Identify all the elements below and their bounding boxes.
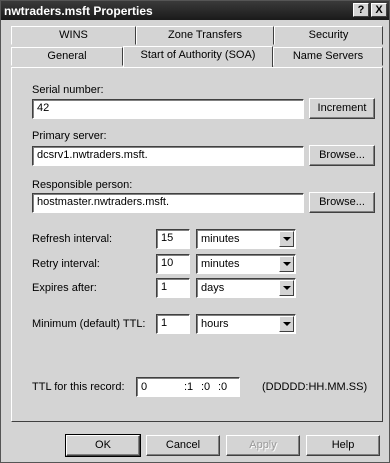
tab-zone-transfers[interactable]: Zone Transfers [136,26,274,45]
expires-unit-value: days [201,282,225,294]
browse-primary-button-label: Browse... [319,149,365,161]
help-icon[interactable]: ? [353,3,369,17]
ok-button[interactable]: OK [65,434,141,457]
cancel-button-label: Cancel [165,439,201,451]
increment-button[interactable]: Increment [309,98,375,119]
close-icon[interactable]: X [371,3,387,17]
responsible-person-field[interactable]: hostmaster.nwtraders.msft. [32,193,304,213]
increment-button-label: Increment [317,102,367,114]
properties-dialog: nwtraders.msft Properties ? X WINS Zone … [0,0,390,463]
minimum-ttl-unit-value: hours [201,318,229,330]
browse-responsible-button-label: Browse... [319,196,365,208]
primary-server-field[interactable]: dcsrv1.nwtraders.msft. [32,146,304,166]
primary-server-label: Primary server: [32,130,107,142]
retry-interval-label: Retry interval: [32,258,100,270]
ttl-record-field[interactable]: 0 :1 :0 :0 [136,377,240,397]
apply-button[interactable]: Apply [226,435,300,456]
tab-wins[interactable]: WINS [11,26,136,45]
serial-number-label: Serial number: [32,84,104,96]
browse-primary-button[interactable]: Browse... [309,145,375,166]
expires-after-field[interactable]: 1 [156,278,190,298]
refresh-interval-field[interactable]: 15 [156,229,190,249]
ttl-minutes[interactable]: :0 [201,381,210,393]
help-button[interactable]: Help [306,435,380,456]
chevron-down-icon[interactable] [279,256,294,272]
window-title: nwtraders.msft Properties [4,4,153,18]
soa-panel: Serial number: 42 Increment Primary serv… [11,67,383,422]
ttl-days[interactable]: 0 [141,381,147,393]
minimum-ttl-unit-select[interactable]: hours [196,314,296,334]
chevron-down-icon[interactable] [279,231,294,247]
expires-unit-select[interactable]: days [196,278,296,298]
ttl-seconds[interactable]: :0 [218,381,227,393]
refresh-unit-select[interactable]: minutes [196,229,296,249]
ttl-hours[interactable]: :1 [184,381,193,393]
tab-name-servers[interactable]: Name Servers [273,47,383,66]
refresh-unit-value: minutes [201,233,240,245]
tab-general[interactable]: General [11,47,123,66]
title-bar[interactable]: nwtraders.msft Properties ? X [1,1,389,20]
ttl-format-hint: (DDDDD:HH.MM.SS) [262,381,368,393]
retry-unit-value: minutes [201,258,240,270]
chevron-down-icon[interactable] [279,280,294,296]
browse-responsible-button[interactable]: Browse... [309,192,375,213]
chevron-down-icon[interactable] [279,316,294,332]
refresh-interval-label: Refresh interval: [32,233,113,245]
tab-security[interactable]: Security [274,26,383,45]
cancel-button[interactable]: Cancel [146,435,220,456]
retry-unit-select[interactable]: minutes [196,254,296,274]
expires-after-label: Expires after: [32,282,97,294]
responsible-person-label: Responsible person: [32,179,133,191]
tab-start-of-authority[interactable]: Start of Authority (SOA) [123,46,273,67]
serial-number-field[interactable]: 42 [32,99,304,119]
apply-button-label: Apply [249,439,277,451]
help-button-label: Help [331,439,355,451]
ok-button-label: OK [95,439,111,451]
minimum-ttl-field[interactable]: 1 [156,314,190,334]
minimum-ttl-label: Minimum (default) TTL: [32,318,146,330]
retry-interval-field[interactable]: 10 [156,254,190,274]
ttl-record-label: TTL for this record: [32,381,125,393]
